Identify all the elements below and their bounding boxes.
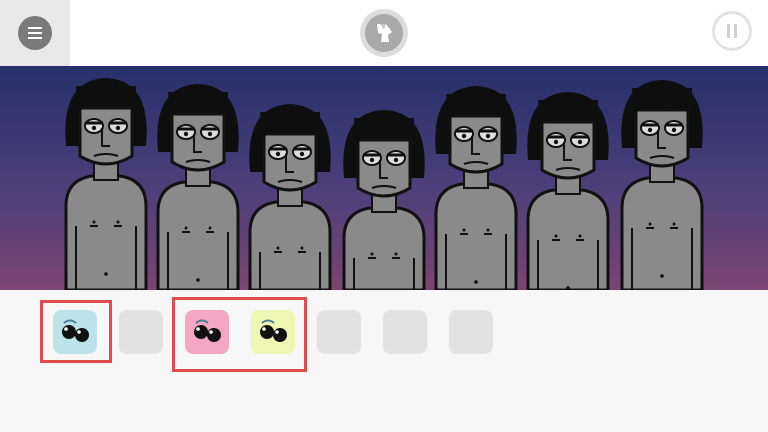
character-select-button[interactable]	[360, 9, 408, 57]
performer-5[interactable]	[434, 86, 518, 290]
hamburger-icon	[18, 16, 52, 50]
sound-slot-2[interactable]	[119, 310, 163, 354]
sound-slot-7[interactable]	[449, 310, 493, 354]
sound-slot-6[interactable]	[383, 310, 427, 354]
performer-4[interactable]	[342, 110, 426, 290]
polo-shirt-icon	[365, 14, 403, 52]
sound-slot-5[interactable]	[317, 310, 361, 354]
pause-icon	[727, 24, 737, 38]
performer-3[interactable]	[248, 104, 332, 290]
performers-area	[64, 78, 704, 290]
performer-1[interactable]	[64, 78, 148, 290]
sound-tray	[0, 290, 768, 432]
performer-2[interactable]	[156, 84, 240, 290]
menu-button[interactable]	[0, 0, 70, 66]
highlight-box-2	[172, 297, 307, 372]
top-bar	[0, 0, 768, 66]
pause-button[interactable]	[712, 11, 752, 51]
stage	[0, 66, 768, 290]
performer-6[interactable]	[526, 92, 610, 290]
highlight-box-1	[40, 300, 112, 363]
performer-7[interactable]	[620, 80, 704, 290]
